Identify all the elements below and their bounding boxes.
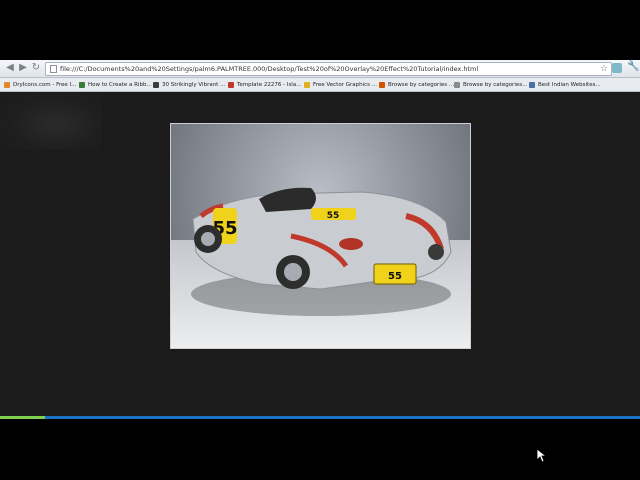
page-content: 55 55 55 [0, 92, 640, 463]
extension-icon[interactable] [612, 63, 622, 73]
page-icon [50, 65, 57, 73]
browser-window: ◀ ▶ ↻ file:///C:/Documents%20and%20Setti… [0, 60, 640, 463]
address-bar[interactable]: file:///C:/Documents%20and%20Settings/pa… [45, 62, 612, 76]
loading-progress-fill [0, 416, 45, 419]
license-plate-text: 55 [388, 271, 402, 282]
bookmark-item[interactable]: 30 Strikingly Vibrant ... [153, 78, 225, 91]
rear-right-wheel [428, 244, 444, 260]
bookmark-favicon-icon [228, 81, 234, 88]
bookmark-favicon-icon [4, 81, 10, 88]
bookmark-favicon-icon [454, 81, 460, 88]
mouse-cursor-icon [537, 449, 547, 463]
bookmark-label: Browse by categories ... [388, 81, 455, 88]
car-photo[interactable]: 55 55 55 [170, 123, 471, 349]
bookmark-item[interactable]: DryIcons.com - Free I... [4, 78, 76, 91]
race-car-illustration: 55 55 55 [191, 187, 452, 316]
bookmark-item[interactable]: How to Create a Ribb... [79, 78, 152, 91]
loading-progress-bar [0, 416, 640, 419]
bookmark-item[interactable]: Best Indian Websites... [529, 78, 601, 91]
browser-toolbar: ◀ ▶ ↻ file:///C:/Documents%20and%20Setti… [0, 60, 640, 78]
bookmark-favicon-icon [379, 81, 385, 88]
bookmark-label: 30 Strikingly Vibrant ... [162, 81, 226, 88]
bookmark-favicon-icon [304, 81, 310, 88]
bookmark-label: DryIcons.com - Free I... [13, 81, 77, 88]
car-cockpit [259, 187, 316, 212]
wrench-menu-icon[interactable]: 🔧 [627, 61, 639, 72]
bookmark-label: Free Vector Graphics ... [313, 81, 377, 88]
front-left-hubcap [201, 232, 215, 246]
bookmark-item[interactable]: Free Vector Graphics ... [304, 78, 377, 91]
bookmark-favicon-icon [79, 81, 85, 88]
car-top-number: 55 [327, 211, 340, 221]
address-url[interactable]: file:///C:/Documents%20and%20Settings/pa… [60, 63, 580, 75]
overlay-ghost-image [0, 92, 102, 150]
bookmark-label: Best Indian Websites... [538, 81, 601, 88]
bookmark-star-icon[interactable]: ☆ [600, 63, 608, 75]
tail-light [339, 238, 363, 250]
reload-button[interactable]: ↻ [30, 62, 42, 74]
back-button[interactable]: ◀ [4, 62, 16, 74]
bookmark-label: Template 22276 - Isla... [237, 81, 302, 88]
bookmark-item[interactable]: Template 22276 - Isla... [228, 78, 301, 91]
bookmark-favicon-icon [529, 81, 535, 88]
bookmark-favicon-icon [153, 81, 159, 88]
forward-button[interactable]: ▶ [17, 62, 29, 74]
rear-left-hubcap [284, 263, 302, 281]
bookmark-item[interactable]: Browse by categories... [454, 78, 527, 91]
bookmarks-bar: DryIcons.com - Free I... How to Create a… [0, 78, 640, 92]
bookmark-label: How to Create a Ribb... [88, 81, 152, 88]
bookmark-label: Browse by categories... [463, 81, 528, 88]
bookmark-item[interactable]: Browse by categories ... [379, 78, 454, 91]
